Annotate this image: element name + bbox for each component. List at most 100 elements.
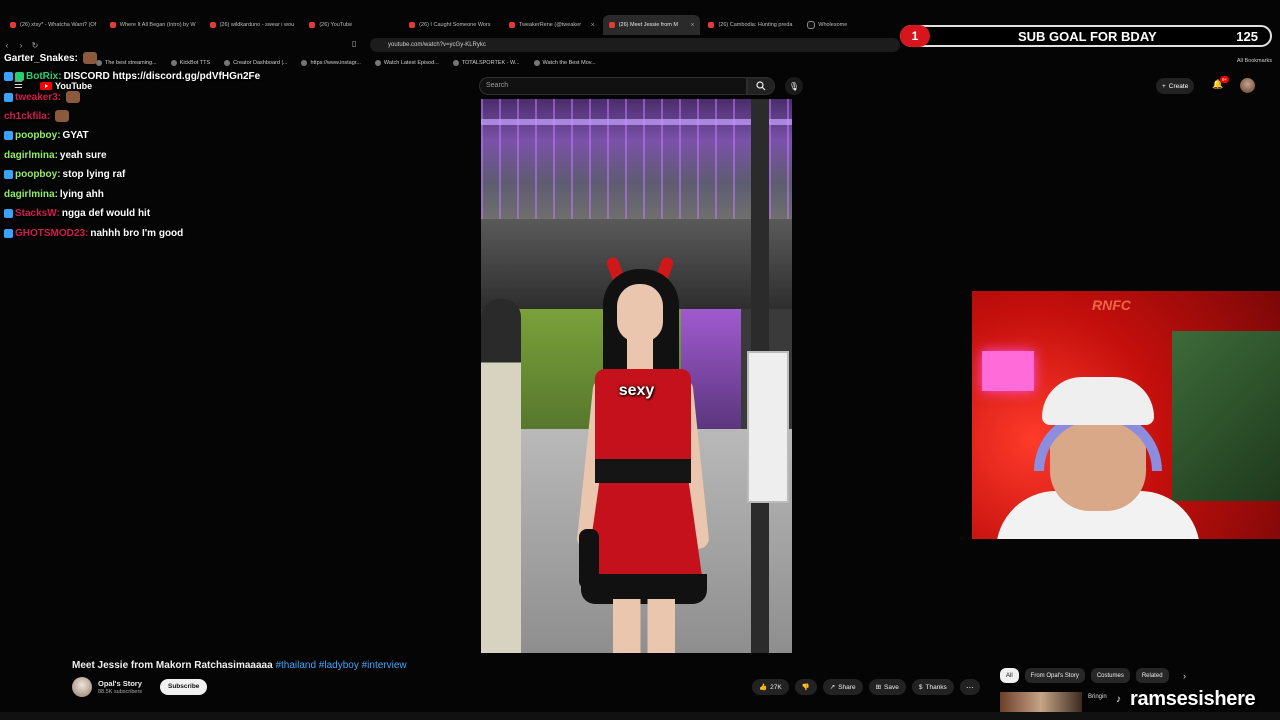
moderator-badge-icon xyxy=(4,229,13,238)
bookmark-item[interactable]: https://www.instagr... xyxy=(301,60,361,66)
url-field[interactable]: youtube.com/watch?v=ycGy-KLRykc xyxy=(370,38,900,52)
chip-all[interactable]: All xyxy=(1000,668,1019,683)
video-player[interactable]: sexy xyxy=(481,99,792,653)
video-subject-glove xyxy=(579,529,599,589)
chat-username: dagirlmina: xyxy=(4,189,58,200)
all-bookmarks-link[interactable]: All Bookmarks xyxy=(1237,58,1272,64)
chat-username: StacksW: xyxy=(15,208,60,219)
voice-search-button[interactable]: 🎙 xyxy=(785,77,803,95)
forward-icon[interactable]: › xyxy=(14,41,28,50)
chat-text: DISCORD https://discord.gg/pdVfHGn2Fe xyxy=(63,71,261,82)
bookmark-item[interactable]: Watch the Best Mov... xyxy=(533,60,596,66)
video-interviewer xyxy=(481,299,521,653)
video-scene-mall-upper xyxy=(481,99,792,219)
chat-username: Garter_Snakes: xyxy=(4,52,78,64)
chat-username: poopboy: xyxy=(15,169,61,180)
plus-icon: + xyxy=(1162,82,1166,90)
bookmark-item[interactable]: The best streaming... xyxy=(96,60,157,66)
sub-goal-bar: 1 SUB GOAL FOR BDAY 125 xyxy=(900,25,1272,47)
thumbs-down-icon: 👎 xyxy=(801,684,810,691)
like-button[interactable]: 👍 27K xyxy=(752,679,789,695)
video-scene-sign xyxy=(747,351,789,503)
search-button[interactable] xyxy=(747,77,775,95)
bookmark-item[interactable]: KickBot TTS xyxy=(170,60,210,66)
video-scene-rail xyxy=(481,119,792,125)
search-input[interactable]: Search xyxy=(479,77,747,95)
recommended-video-title[interactable]: Bringin xyxy=(1088,694,1107,700)
streamer-chef-hat xyxy=(1042,377,1154,425)
account-avatar[interactable] xyxy=(1240,78,1255,93)
bookmark-item[interactable]: Creator Dashboard |... xyxy=(224,60,287,66)
bookmark-icon[interactable]: ▯ xyxy=(352,39,356,48)
youtube-logo[interactable]: YouTube xyxy=(40,81,92,91)
video-subject-skirt xyxy=(585,483,703,583)
chevron-right-icon[interactable]: › xyxy=(1183,671,1186,681)
browser-tab[interactable]: Where It All Began (Intro) by W xyxy=(104,15,202,35)
moderator-badge-icon xyxy=(4,131,13,140)
share-button[interactable]: ↗ Share xyxy=(822,679,863,695)
chat-message: poopboy: GYAT xyxy=(4,130,89,141)
bookmark-favicon-icon xyxy=(170,60,177,66)
youtube-favicon-icon xyxy=(608,22,615,28)
tiktok-icon: ♪ xyxy=(1116,694,1121,705)
chat-username: tweaker3: xyxy=(15,91,62,103)
webcam-green-screen xyxy=(1172,331,1280,501)
browser-tab[interactable]: TweakerRene (@tweaker × xyxy=(503,15,601,35)
browser-tab[interactable]: (26) I Caught Someone Wors xyxy=(403,15,501,35)
close-tab-icon[interactable]: × xyxy=(690,22,694,29)
chat-text: lying ahh xyxy=(59,189,104,200)
chip-costumes[interactable]: Costumes xyxy=(1090,668,1130,683)
youtube-favicon-icon xyxy=(409,22,416,28)
youtube-favicon-icon xyxy=(508,22,515,28)
chat-username: ch1ckfila: xyxy=(4,110,51,122)
microphone-icon: 🎙 xyxy=(788,81,800,91)
moderator-badge-icon xyxy=(4,209,13,218)
dislike-button[interactable]: 👎 xyxy=(794,679,817,695)
browser-tab[interactable]: (26) wildkarduno - swear i wou xyxy=(204,15,302,35)
chat-emote-icon xyxy=(82,52,97,64)
channel-avatar[interactable] xyxy=(72,677,92,697)
video-hashtags[interactable]: #thailand #ladyboy #interview xyxy=(275,660,406,671)
create-button[interactable]: + Create xyxy=(1156,78,1195,94)
share-icon: ↗ xyxy=(829,684,836,691)
channel-name[interactable]: Opal's Story xyxy=(98,679,142,688)
sub-goal-target: 125 xyxy=(1236,29,1258,44)
bookmark-item[interactable]: Watch Latest Episod... xyxy=(374,60,439,66)
back-icon[interactable]: ‹ xyxy=(0,41,14,50)
video-actions: 👍 27K 👎 ↗ Share ⊞ Save $ Thanks ⋯ xyxy=(752,679,980,695)
chat-username: GHOTSMOD23: xyxy=(15,228,89,239)
related-chips: All From Opal's Story Costumes Related xyxy=(1000,668,1169,683)
chip-related[interactable]: Related xyxy=(1135,668,1169,683)
reload-icon[interactable]: ↻ xyxy=(28,41,42,50)
chat-username: dagirlmina: xyxy=(4,150,58,161)
browser-tab[interactable]: (26) YouTube xyxy=(303,15,401,35)
thanks-button[interactable]: $ Thanks xyxy=(911,679,954,695)
bookmark-favicon-icon xyxy=(301,60,308,66)
recommended-video-thumbnail[interactable] xyxy=(1000,692,1082,712)
chat-text: stop lying raf xyxy=(62,169,126,180)
browser-tab[interactable]: (26) xtsy* - Whatcha Want? (Of xyxy=(4,15,102,35)
bookmarks-bar: The best streaming... KickBot TTS Creato… xyxy=(96,56,1280,70)
youtube-play-icon xyxy=(40,82,52,90)
search-icon xyxy=(756,81,766,91)
chat-message: tweaker3: xyxy=(4,91,81,103)
save-button[interactable]: ⊞ Save xyxy=(868,679,906,695)
browser-tab[interactable]: (26) Cambodia: Hunting preda xyxy=(702,15,800,35)
subscribe-button[interactable]: Subscribe xyxy=(160,679,208,695)
chat-emote-icon xyxy=(55,110,70,122)
more-actions-button[interactable]: ⋯ xyxy=(959,679,980,695)
chat-text: nahhh bro I'm good xyxy=(90,228,184,239)
moderator-badge-icon xyxy=(4,170,13,179)
thanks-icon: $ xyxy=(918,683,923,691)
chat-text: GYAT xyxy=(62,130,89,141)
webcam-pink-monitor xyxy=(982,351,1034,391)
thumbs-up-icon: 👍 xyxy=(759,684,768,691)
browser-tab[interactable]: Wholesome xyxy=(802,15,900,35)
chat-username: poopboy: xyxy=(15,130,61,141)
close-tab-icon[interactable]: × xyxy=(591,22,595,29)
bookmark-item[interactable]: TOTALSPORTEK - W... xyxy=(452,60,520,66)
browser-tab-strip: (26) xtsy* - Whatcha Want? (Of Where It … xyxy=(0,14,900,36)
browser-tab-active[interactable]: (26) Meet Jessie from M × xyxy=(602,15,701,35)
chat-message: poopboy: stop lying raf xyxy=(4,169,125,180)
chip-from-channel[interactable]: From Opal's Story xyxy=(1024,668,1085,683)
